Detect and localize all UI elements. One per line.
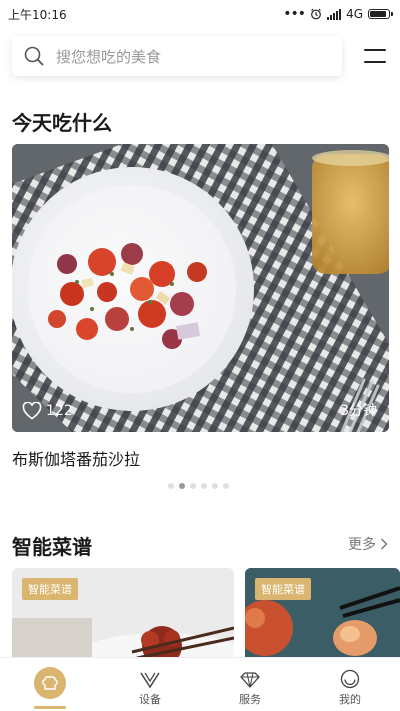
- battery-icon: [368, 9, 393, 19]
- recipe-image: [12, 144, 389, 432]
- section-title-today: 今天吃什么: [12, 111, 112, 135]
- menu-button[interactable]: [362, 46, 388, 66]
- nav-label-mine: 我的: [339, 693, 361, 706]
- smart-tag: 智能菜谱: [255, 578, 311, 600]
- recipe-name[interactable]: 布斯伽塔番茄沙拉: [12, 446, 140, 470]
- smart-tag: 智能菜谱: [22, 578, 78, 600]
- carousel-dot[interactable]: [179, 483, 185, 489]
- section-title-smart: 智能菜谱: [12, 535, 92, 559]
- carousel-dot[interactable]: [212, 483, 218, 489]
- more-dots-icon: •••: [283, 6, 306, 22]
- carousel-dot[interactable]: [201, 483, 207, 489]
- v-device-icon: [140, 672, 160, 689]
- menu-icon-bar: [364, 49, 386, 51]
- search-input[interactable]: 搜您想吃的美食: [12, 36, 342, 76]
- more-link[interactable]: 更多: [348, 534, 388, 554]
- cook-time: 3分钟: [340, 403, 377, 419]
- carousel-dot[interactable]: [168, 483, 174, 489]
- bottom-nav: 设备 服务 我的: [0, 657, 400, 711]
- status-icons: ••• 4G: [283, 6, 393, 22]
- status-bar: 上午10:16 ••• 4G: [0, 0, 400, 28]
- menu-icon-bar: [364, 61, 386, 63]
- chevron-right-icon: [380, 538, 388, 550]
- carousel-dot[interactable]: [223, 483, 229, 489]
- network-type: 4G: [346, 7, 363, 21]
- signal-icon: [327, 8, 342, 20]
- search-placeholder: 搜您想吃的美食: [56, 47, 162, 66]
- likes-value: 122: [46, 403, 73, 419]
- nav-item-mine[interactable]: 我的: [300, 658, 400, 711]
- heart-icon: [22, 402, 42, 420]
- search-icon: [24, 46, 44, 66]
- likes-count[interactable]: 122: [22, 402, 73, 420]
- carousel-indicator: [168, 483, 229, 489]
- chef-hat-icon: [34, 666, 66, 699]
- nav-label-device: 设备: [139, 693, 161, 706]
- smart-recipe-card[interactable]: 智能菜谱: [12, 568, 234, 660]
- carousel-dot[interactable]: [190, 483, 196, 489]
- nav-item-home[interactable]: [0, 658, 100, 711]
- nav-label-service: 服务: [239, 693, 261, 706]
- active-indicator: [34, 706, 66, 709]
- status-time: 上午10:16: [8, 7, 67, 22]
- nav-item-device[interactable]: 设备: [100, 658, 200, 711]
- nav-item-service[interactable]: 服务: [200, 658, 300, 711]
- more-label: 更多: [348, 537, 376, 553]
- diamond-icon: [240, 672, 260, 688]
- smart-recipe-card[interactable]: 智能菜谱: [245, 568, 400, 660]
- alarm-icon: [311, 8, 321, 20]
- profile-icon: [340, 669, 360, 689]
- featured-recipe-card[interactable]: 122 3分钟: [12, 144, 389, 432]
